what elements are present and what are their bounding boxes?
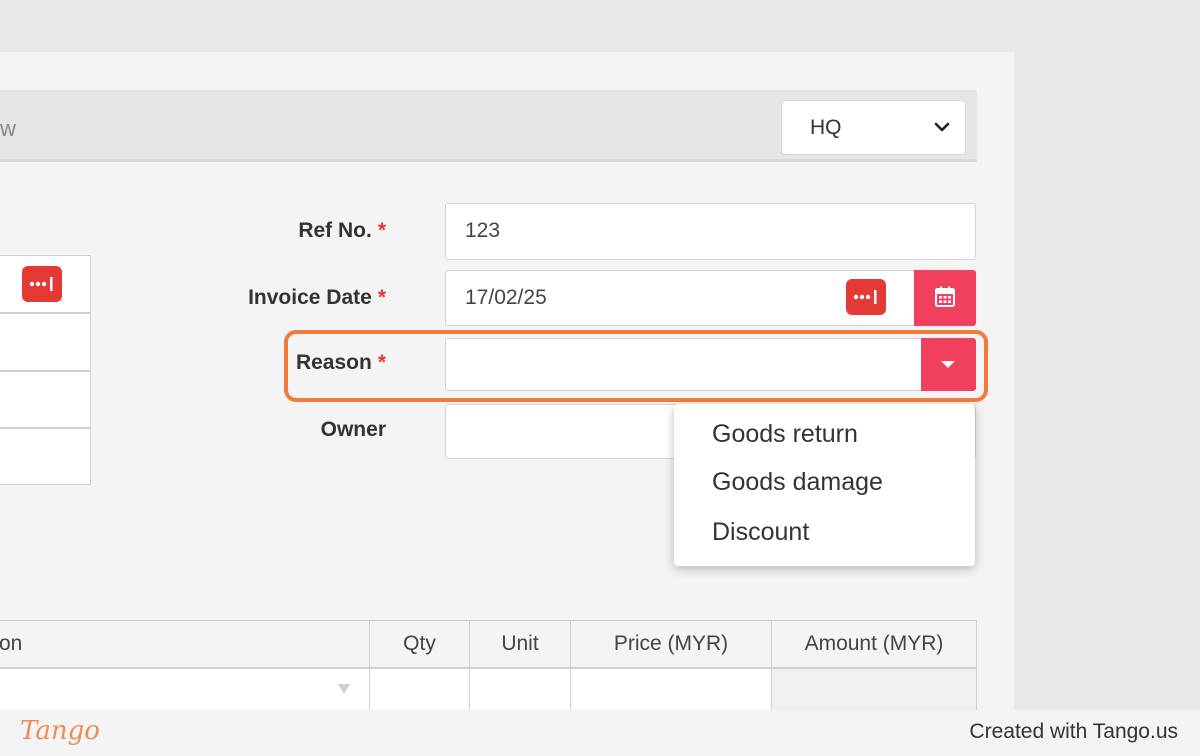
invoice-date-value: 17/02/25	[465, 286, 547, 309]
header-title-partial: w	[0, 116, 16, 141]
left-field-2[interactable]	[0, 313, 91, 371]
reason-option-goods-damage[interactable]: Goods damage	[712, 468, 883, 497]
password-manager-icon[interactable]	[22, 266, 62, 302]
calendar-icon	[935, 286, 955, 307]
calendar-button[interactable]	[914, 270, 976, 326]
table-header-amount: Amount (MYR)	[771, 620, 977, 668]
left-field-3[interactable]	[0, 371, 91, 428]
ref-no-input[interactable]: 123	[445, 203, 976, 260]
reason-option-goods-return[interactable]: Goods return	[712, 420, 858, 449]
owner-label: Owner	[320, 418, 386, 441]
caret-down-icon	[338, 684, 350, 694]
table-header-price: Price (MYR)	[570, 620, 772, 668]
table-header-unit: Unit	[469, 620, 571, 668]
ref-no-label: Ref No. *	[298, 219, 386, 242]
tango-logo: Tango	[20, 716, 100, 746]
chevron-down-icon	[933, 117, 951, 142]
highlight-box	[284, 330, 988, 402]
invoice-date-label: Invoice Date *	[248, 286, 386, 309]
reason-dropdown-menu: Goods return Goods damage Discount	[674, 404, 975, 566]
ref-no-value: 123	[465, 219, 501, 242]
table-header-description: on	[0, 620, 370, 668]
table-header-qty: Qty	[369, 620, 470, 668]
required-mark: *	[377, 286, 386, 309]
required-mark: *	[377, 219, 386, 242]
footer-credit: Created with Tango.us	[969, 720, 1178, 743]
branch-select-value: HQ	[810, 116, 842, 139]
reason-option-discount[interactable]: Discount	[712, 518, 809, 547]
password-manager-icon[interactable]	[846, 279, 886, 315]
left-field-4[interactable]	[0, 428, 91, 485]
items-table: on Qty Unit Price (MYR) Amount (MYR)	[0, 620, 977, 720]
invoice-date-input[interactable]: 17/02/25	[445, 270, 915, 326]
branch-select[interactable]: HQ	[781, 100, 966, 155]
